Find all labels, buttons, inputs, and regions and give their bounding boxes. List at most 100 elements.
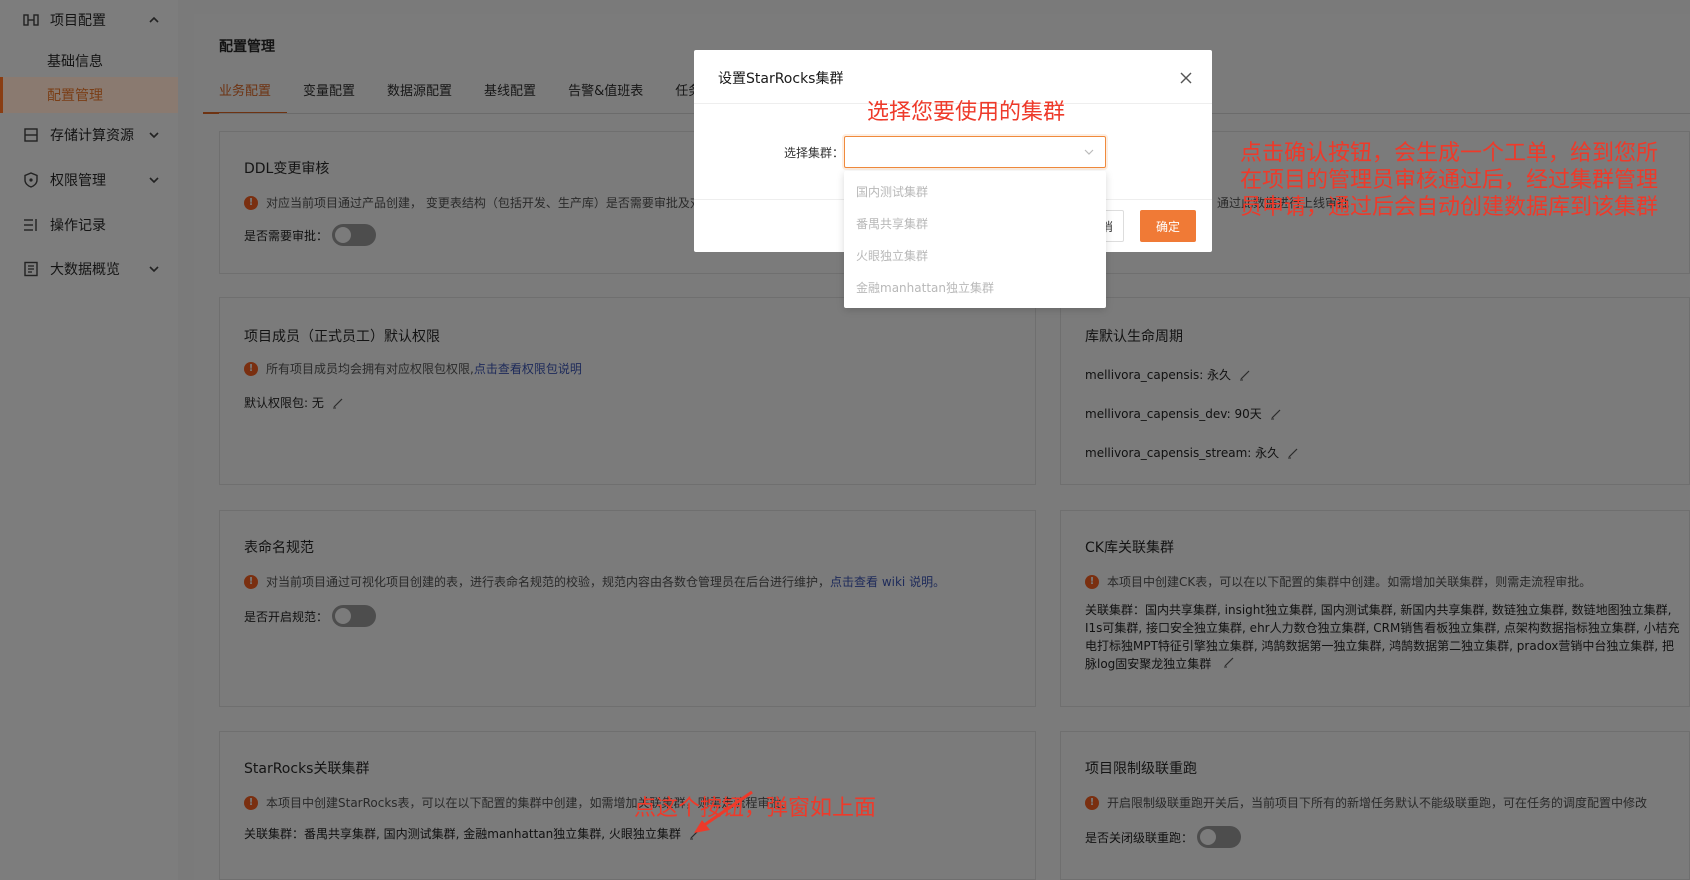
naming-toggle[interactable] <box>332 605 377 627</box>
cluster-select-label: 选择集群： <box>784 146 845 160</box>
card-desc-text: 对应当前项目通过产品创建， 变更表结构（包括开发、生产库）是否需要审批及对 <box>266 196 702 210</box>
card-table-naming: 表命名规范 ! 对当前项目通过可视化项目创建的表，进行表命名规范的校验，规范内容… <box>219 510 1036 707</box>
lifecycle-row: mellivora_capensis_dev: 90天 <box>1085 405 1282 422</box>
edit-icon[interactable] <box>1287 447 1299 459</box>
ck-cluster-list: 关联集群：国内共享集群, insight独立集群, 国内测试集群, 新国内共享集… <box>1085 601 1685 673</box>
card-desc: ! 对应当前项目通过产品创建， 变更表结构（包括开发、生产库）是否需要审批及对 <box>244 194 702 211</box>
limit-rerun-toggle[interactable] <box>1197 826 1242 848</box>
lifecycle-row: mellivora_capensis_stream: 永久 <box>1085 444 1299 461</box>
card-desc: ! 对当前项目通过可视化项目创建的表，进行表命名规范的校验，规范内容由各数仓管理… <box>244 573 945 590</box>
card-desc: ! 所有项目成员均会拥有对应权限包权限, 点击查看权限包说明 <box>244 360 582 377</box>
nav-group-label: 操作记录 <box>50 218 106 234</box>
nav-group-label: 存储计算资源 <box>50 128 134 144</box>
nav-group-label: 大数据概览 <box>50 262 120 278</box>
sidebar-item-config-management[interactable]: 配置管理 <box>0 77 178 113</box>
nav-group-permission[interactable]: 权限管理 <box>0 162 178 198</box>
approval-row: 是否需要审批： <box>244 224 377 246</box>
card-lifecycle: 库默认生命周期 mellivora_capensis: 永久 mellivora… <box>1060 297 1690 485</box>
cluster-option[interactable]: 番禺共享集群 <box>844 208 1106 240</box>
lifecycle-value: mellivora_capensis_dev: 90天 <box>1085 407 1262 421</box>
card-ck-cluster: CK库关联集群 ! 本项目中创建CK表，可以在以下配置的集群中创建。如需增加关联… <box>1060 510 1690 707</box>
starrocks-cluster-text: 关联集群：番禺共享集群, 国内测试集群, 金融manhattan独立集群, 火眼… <box>244 827 681 841</box>
annotation-arrow-icon <box>694 790 753 833</box>
card-title: 库默认生命周期 <box>1085 329 1183 345</box>
nav-group-bigdata-overview[interactable]: 大数据概览 <box>0 251 178 287</box>
tab-baseline-config[interactable]: 基线配置 <box>484 80 536 114</box>
confirm-button[interactable]: 确定 <box>1140 210 1196 242</box>
limit-toggle-row: 是否关闭级联重跑： <box>1085 826 1242 848</box>
modal-title: 设置StarRocks集群 <box>718 71 844 87</box>
default-permission-label: 默认权限包: 无 <box>244 396 324 410</box>
cluster-dropdown: 国内测试集群 番禺共享集群 火眼独立集群 金融manhattan独立集群 <box>844 171 1106 308</box>
lifecycle-value: mellivora_capensis: 永久 <box>1085 368 1232 382</box>
card-title: StarRocks关联集群 <box>244 761 370 777</box>
permission-icon <box>22 171 40 189</box>
storage-icon <box>22 126 40 144</box>
project-config-icon <box>22 11 40 29</box>
card-desc-text: 所有项目成员均会拥有对应权限包权限, <box>266 362 474 376</box>
card-title: DDL变更审核 <box>244 161 330 177</box>
cluster-option[interactable]: 火眼独立集群 <box>844 240 1106 272</box>
overview-icon <box>22 260 40 278</box>
nav-group-storage[interactable]: 存储计算资源 <box>0 117 178 153</box>
card-desc-text: 本项目中创建CK表，可以在以下配置的集群中创建。如需增加关联集群，则需走流程审批… <box>1107 575 1592 589</box>
warning-icon: ! <box>244 574 258 589</box>
approval-label: 是否需要审批： <box>244 228 329 243</box>
card-title: 项目限制级联重跑 <box>1085 761 1197 777</box>
warning-icon: ! <box>1085 795 1099 810</box>
card-desc: ! 本项目中创建CK表，可以在以下配置的集群中创建。如需增加关联集群，则需走流程… <box>1085 573 1591 590</box>
page-title: 配置管理 <box>219 39 275 55</box>
tab-alarm-duty[interactable]: 告警&值班表 <box>568 80 643 114</box>
chevron-down-icon <box>149 177 159 184</box>
warning-icon: ! <box>1085 574 1099 589</box>
cluster-option[interactable]: 国内测试集群 <box>844 176 1106 208</box>
lifecycle-value: mellivora_capensis_stream: 永久 <box>1085 446 1280 460</box>
sidebar-item-label: 基础信息 <box>47 54 103 70</box>
chevron-down-icon <box>149 266 159 273</box>
nav-group-project-config[interactable]: 项目配置 <box>0 2 178 38</box>
permission-doc-link[interactable]: 点击查看权限包说明 <box>474 360 582 377</box>
tab-business-config[interactable]: 业务配置 <box>202 80 288 114</box>
naming-toggle-row: 是否开启规范： <box>244 605 377 627</box>
warning-icon: ! <box>244 361 258 376</box>
log-icon <box>22 216 40 234</box>
tab-bar: 业务配置 变量配置 数据源配置 基线配置 告警&值班表 任务上 <box>202 80 746 114</box>
card-title: 表命名规范 <box>244 540 314 556</box>
approval-toggle[interactable] <box>332 224 377 246</box>
chevron-down-icon <box>149 132 159 139</box>
sidebar-item-basic-info[interactable]: 基础信息 <box>0 43 178 79</box>
limit-toggle-label: 是否关闭级联重跑： <box>1085 830 1194 845</box>
card-desc: ! 开启限制级联重跑开关后，当前项目下所有的新增任务默认不能级联重跑，可在任务的… <box>1085 794 1647 811</box>
annotation-select-cluster: 选择您要使用的集群 <box>867 100 1066 125</box>
chevron-up-icon <box>149 16 159 23</box>
nav-group-label: 项目配置 <box>50 13 106 29</box>
card-title: 项目成员（正式员工）默认权限 <box>244 329 440 345</box>
wiki-link[interactable]: 点击查看 wiki 说明。 <box>830 573 945 590</box>
warning-icon: ! <box>244 795 258 810</box>
card-starrocks-cluster: StarRocks关联集群 ! 本项目中创建StarRocks表，可以在以下配置… <box>219 731 1036 880</box>
close-icon[interactable] <box>1178 70 1194 86</box>
card-desc-text: 对当前项目通过可视化项目创建的表，进行表命名规范的校验，规范内容由各数仓管理员在… <box>266 575 831 589</box>
edit-icon[interactable] <box>1223 656 1235 668</box>
nav-group-label: 权限管理 <box>50 173 106 189</box>
edit-icon[interactable] <box>1270 408 1282 420</box>
naming-toggle-label: 是否开启规范： <box>244 609 329 624</box>
edit-icon[interactable] <box>332 397 344 409</box>
sidebar: 项目配置 基础信息 配置管理 存储计算资源 权限管理 操作记录 大数据概览 <box>0 0 178 880</box>
tab-datasource-config[interactable]: 数据源配置 <box>387 80 452 114</box>
edit-icon[interactable] <box>1239 369 1251 381</box>
starrocks-cluster-row: 关联集群：番禺共享集群, 国内测试集群, 金融manhattan独立集群, 火眼… <box>244 825 701 842</box>
cluster-option[interactable]: 金融manhattan独立集群 <box>844 272 1106 304</box>
tab-variable-config[interactable]: 变量配置 <box>303 80 355 114</box>
lifecycle-row: mellivora_capensis: 永久 <box>1085 366 1251 383</box>
cluster-select[interactable] <box>844 136 1106 168</box>
sidebar-item-label: 配置管理 <box>47 88 103 104</box>
card-title: CK库关联集群 <box>1085 540 1174 556</box>
card-member-permission: 项目成员（正式员工）默认权限 ! 所有项目成员均会拥有对应权限包权限, 点击查看… <box>219 297 1036 485</box>
card-desc-text: 开启限制级联重跑开关后，当前项目下所有的新增任务默认不能级联重跑，可在任务的调度… <box>1107 796 1648 810</box>
warning-icon: ! <box>244 195 258 210</box>
card-limit-rerun: 项目限制级联重跑 ! 开启限制级联重跑开关后，当前项目下所有的新增任务默认不能级… <box>1060 731 1690 880</box>
nav-group-operation-log[interactable]: 操作记录 <box>0 207 178 243</box>
chevron-down-icon <box>1084 149 1094 155</box>
default-permission-row: 默认权限包: 无 <box>244 394 344 411</box>
